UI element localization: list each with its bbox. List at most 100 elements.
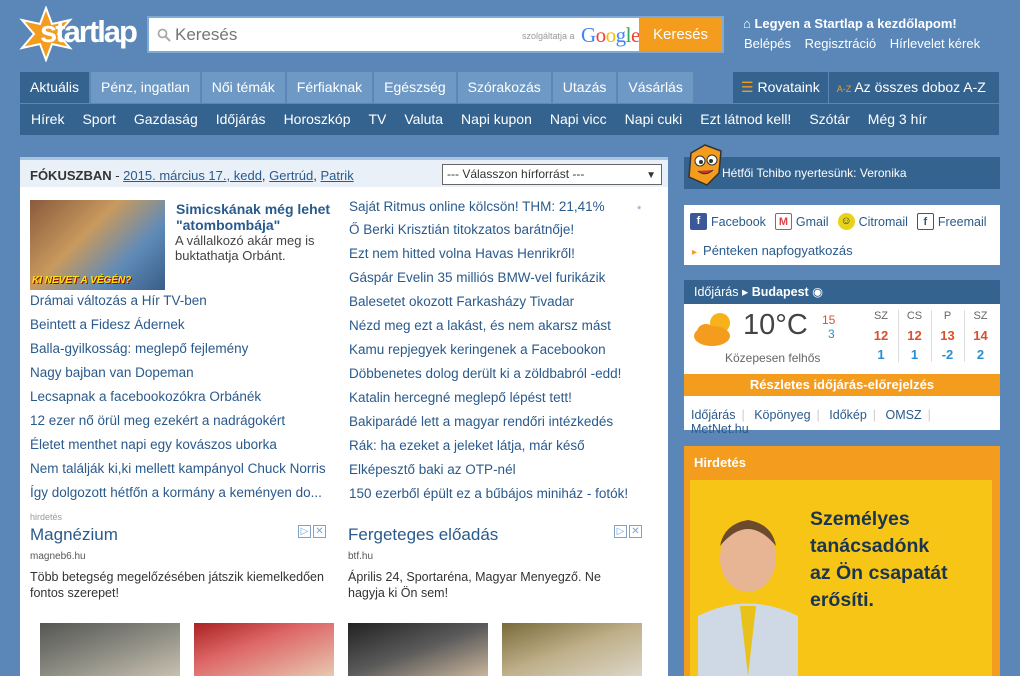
headline-left[interactable]: Balla-gyilkosság: meglepő fejlemény (30, 341, 340, 356)
weather-link[interactable]: Köpönyeg (754, 408, 810, 422)
weather-label[interactable]: Időjárás (694, 285, 738, 299)
headline-right[interactable]: Saját Ritmus online kölcsön! THM: 21,41% (349, 199, 649, 214)
subnav-napi-kupon[interactable]: Napi kupon (452, 104, 541, 135)
tab-aktualis[interactable]: Aktuális (20, 72, 90, 103)
subnav-horoszkop[interactable]: Horoszkóp (275, 104, 360, 135)
search-box: szolgáltatja a Google Keresés (147, 16, 724, 53)
thumbnail[interactable] (502, 623, 642, 676)
nameday-link-2[interactable]: Patrik (320, 168, 353, 183)
chevron-right-icon: ▸ (741, 285, 749, 299)
set-homepage-link[interactable]: ⌂ Legyen a Startlap a kezdőlapom! (743, 16, 957, 31)
headline-left[interactable]: Drámai változás a Hír TV-ben (30, 293, 340, 308)
subnav-szotar[interactable]: Szótár (800, 104, 858, 135)
thumbnail[interactable] (40, 623, 180, 676)
subnav-napi-vicc[interactable]: Napi vicc (541, 104, 616, 135)
headline-right[interactable]: Gáspár Evelin 35 milliós BMW-vel furikáz… (349, 270, 649, 285)
headline-left[interactable]: Így dolgozott hétfőn a kormány a keménye… (30, 485, 340, 500)
ad-info-icon[interactable]: ▷ (614, 525, 627, 538)
thumbnail[interactable] (348, 623, 488, 676)
freemail-link[interactable]: f Freemail (916, 213, 987, 230)
headline-right[interactable]: Bakiparádé lett a magyar rendőri intézke… (349, 414, 649, 429)
az-button[interactable]: A-Z Az összes doboz A-Z (829, 72, 994, 103)
ad-close-icon[interactable]: ✕ (629, 525, 642, 538)
featured-title[interactable]: Simicskának még lehet "atombombája" (176, 201, 346, 233)
ad1-title[interactable]: Magnézium (30, 525, 118, 545)
ad-info-icon[interactable]: ▷ (298, 525, 311, 538)
subnav-gazdasag[interactable]: Gazdaság (125, 104, 207, 135)
subnav-sport[interactable]: Sport (73, 104, 124, 135)
weather-link[interactable]: Időkép (829, 408, 867, 422)
headline-left[interactable]: Nagy bajban van Dopeman (30, 365, 340, 380)
subnav-napi-cuki[interactable]: Napi cuki (616, 104, 692, 135)
search-input[interactable] (175, 22, 515, 48)
subnav-tv[interactable]: TV (359, 104, 395, 135)
headline-right[interactable]: Kamu repjegyek keringenek a Facebookon (349, 342, 649, 357)
weather-link[interactable]: MetNet.hu (691, 422, 749, 436)
subnav-ezt-latnod-kell[interactable]: Ezt látnod kell! (691, 104, 800, 135)
subnav-meg-3-hir[interactable]: Még 3 hír (859, 104, 936, 135)
detailed-forecast-button[interactable]: Részletes időjárás-előrejelzés (684, 374, 1000, 396)
subnav-valuta[interactable]: Valuta (395, 104, 452, 135)
forecast-day: CS 12 1 (898, 310, 930, 362)
weather-city[interactable]: Budapest (752, 285, 809, 299)
headline-left[interactable]: Beintett a Fidesz Ádernek (30, 317, 340, 332)
photo-thumbnails (40, 623, 660, 676)
tab-noi-temak[interactable]: Női témák (201, 72, 285, 103)
subnav-hirek[interactable]: Hírek (22, 104, 73, 135)
ad2-title[interactable]: Fergeteges előadás (348, 525, 498, 545)
tab-ferfiaknak[interactable]: Férfiaknak (286, 72, 373, 103)
headline-right[interactable]: Rák: ha ezeket a jeleket látja, már késő (349, 438, 649, 453)
subnav-idojaras[interactable]: Időjárás (207, 104, 275, 135)
gmail-icon: M (774, 213, 792, 230)
headline-right[interactable]: Nézd meg ezt a lakást, és nem akarsz más… (349, 318, 649, 333)
headline-left[interactable]: Nem találják ki,ki mellett kampányol Chu… (30, 461, 340, 476)
eclipse-link[interactable]: ▸ Pénteken napfogyatkozás (692, 243, 853, 258)
weather-links: Időjárás | Köpönyeg | Időkép | OMSZ | MetNet… (691, 408, 931, 436)
tchibo-banner[interactable]: Hétfői Tchibo nyertesünk: Veronika (684, 157, 1000, 189)
ad-banner-text: Személyes tanácsadónk az Ön csapatát erő… (810, 508, 948, 611)
ad2-desc: Április 24, Sportaréna, Magyar Menyegző.… (348, 570, 601, 600)
headline-left[interactable]: Életet menthet napi egy kovászos uborka (30, 437, 340, 452)
citromail-link[interactable]: ☺ Citromail (837, 213, 908, 230)
thumbnail[interactable] (194, 623, 334, 676)
headline-right[interactable]: 150 ezerből épült ez a bűbájos miniház -… (349, 486, 649, 501)
register-link[interactable]: Regisztráció (805, 36, 877, 51)
tab-szorakozas[interactable]: Szórakozás (457, 72, 551, 103)
headline-right[interactable]: Ezt nem hitted volna Havas Henrikről! (349, 246, 649, 261)
headline-right[interactable]: Balesetet okozott Farkasházy Tivadar (349, 294, 649, 309)
weather-link[interactable]: OMSZ (886, 408, 922, 422)
newsletter-link[interactable]: Hírlevelet kérek (890, 36, 980, 51)
headline-right[interactable]: Ő Berki Krisztián titokzatos barátnője! (349, 222, 649, 237)
tab-penz-ingatlan[interactable]: Pénz, ingatlan (91, 72, 200, 103)
headline-right[interactable]: Döbbenetes dolog derült ki a zöldbabról … (349, 366, 649, 381)
featured-image[interactable]: KI NEVET A VÉGÉN? (30, 200, 165, 290)
tab-utazas[interactable]: Utazás (552, 72, 617, 103)
citromail-icon: ☺ (837, 213, 855, 230)
partly-cloudy-icon (694, 313, 730, 346)
ad-close-icon[interactable]: ✕ (313, 525, 326, 538)
location-pin-icon[interactable]: ◉ (812, 285, 823, 299)
login-link[interactable]: Belépés (744, 36, 791, 51)
nameday-link-1[interactable]: Gertrúd (269, 168, 313, 183)
news-source-select[interactable]: --- Válasszon hírforrást --- ▼ (442, 164, 662, 185)
weather-link[interactable]: Időjárás (691, 408, 735, 422)
ad-banner[interactable]: Személyes tanácsadónk az Ön csapatát erő… (690, 480, 992, 676)
facebook-link[interactable]: f Facebook (690, 213, 766, 230)
headline-right[interactable]: Katalin hercegné meglepő lépést tett! (349, 390, 649, 405)
freemail-icon: f (916, 213, 934, 230)
ad-box: Hirdetés Személyes tanácsadónk az Ön csa… (684, 446, 1000, 676)
headline-left[interactable]: Lecsapnak a facebookozókra Orbánék (30, 389, 340, 404)
date-link[interactable]: 2015. március 17., kedd (123, 168, 262, 183)
ad2-url[interactable]: btf.hu (348, 551, 373, 562)
headline-right[interactable]: Elképesztő baki az OTP-nél (349, 462, 649, 477)
tab-vasarlas[interactable]: Vásárlás (618, 72, 693, 103)
tab-egeszseg[interactable]: Egészség (374, 72, 456, 103)
ad1-url[interactable]: magneb6.hu (30, 551, 86, 562)
forecast-day: SZ 14 2 (964, 310, 996, 362)
focus-header: FÓKUSZBAN - 2015. március 17., kedd, Ger… (20, 157, 668, 187)
headline-left[interactable]: 12 ezer nő örül meg ezekért a nadrágokér… (30, 413, 340, 428)
featured-desc: A vállalkozó akár meg is buktathatja Orb… (175, 233, 315, 263)
rovataink-button[interactable]: ☰ Rovataink (733, 72, 829, 103)
gmail-link[interactable]: M Gmail (774, 213, 829, 230)
search-button[interactable]: Keresés (639, 18, 722, 51)
